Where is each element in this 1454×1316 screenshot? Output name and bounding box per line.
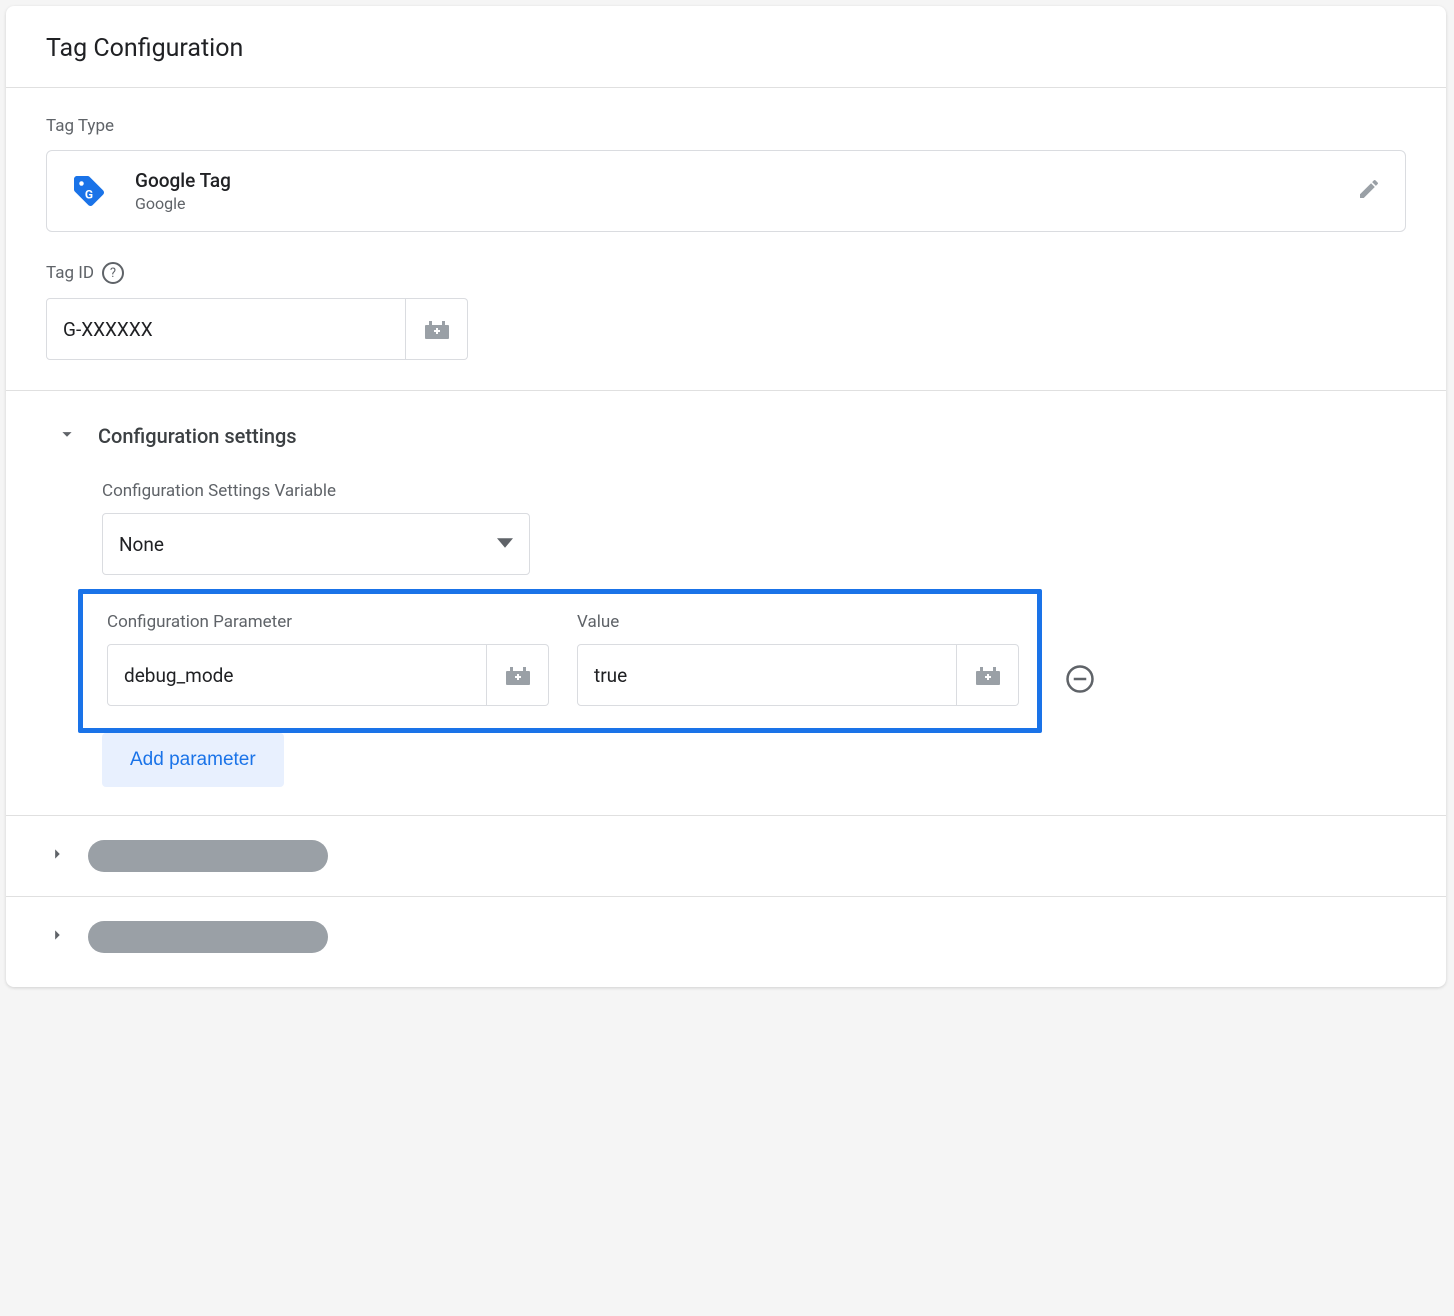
variable-picker-button[interactable] <box>406 298 468 360</box>
config-param-value-input[interactable] <box>577 644 957 706</box>
tag-type-name: Google Tag <box>135 169 1329 192</box>
config-settings-title: Configuration settings <box>98 424 297 448</box>
pencil-icon[interactable] <box>1357 177 1381 205</box>
placeholder-bar <box>88 840 328 872</box>
tag-type-card[interactable]: G Google Tag Google <box>46 150 1406 232</box>
config-settings-toggle[interactable]: Configuration settings <box>46 419 1406 453</box>
placeholder-bar <box>88 921 328 953</box>
help-icon[interactable]: ? <box>102 262 124 284</box>
collapsed-section-1[interactable] <box>6 815 1446 896</box>
variable-picker-button[interactable] <box>957 644 1019 706</box>
google-tag-icon: G <box>71 173 107 209</box>
tag-configuration-panel: Tag Configuration Tag Type G Google Tag … <box>6 6 1446 987</box>
tag-type-text: Google Tag Google <box>135 169 1329 213</box>
tag-id-label-text: Tag ID <box>46 263 94 283</box>
config-param-label: Configuration Parameter <box>107 612 549 632</box>
config-variable-select[interactable]: None <box>102 513 530 575</box>
collapsed-section-2[interactable] <box>6 896 1446 977</box>
chevron-right-icon <box>46 843 68 869</box>
svg-text:G: G <box>85 188 93 202</box>
config-value-label: Value <box>577 612 1019 632</box>
variable-picker-button[interactable] <box>487 644 549 706</box>
panel-header: Tag Configuration <box>6 6 1446 88</box>
parameter-highlight-box: Configuration Parameter Value <box>78 589 1042 733</box>
tag-type-vendor: Google <box>135 194 1329 213</box>
tag-id-input[interactable] <box>46 298 406 360</box>
tag-type-label: Tag Type <box>46 116 1406 136</box>
remove-parameter-button[interactable] <box>1062 661 1098 697</box>
config-variable-label: Configuration Settings Variable <box>102 481 1406 501</box>
add-parameter-button[interactable]: Add parameter <box>102 733 284 787</box>
config-param-name-input[interactable] <box>107 644 487 706</box>
config-variable-value: None <box>119 533 164 556</box>
caret-down-icon <box>497 533 513 556</box>
chevron-down-icon <box>56 423 78 449</box>
tag-id-label: Tag ID ? <box>46 262 1406 284</box>
panel-title: Tag Configuration <box>46 34 1406 63</box>
chevron-right-icon <box>46 924 68 950</box>
